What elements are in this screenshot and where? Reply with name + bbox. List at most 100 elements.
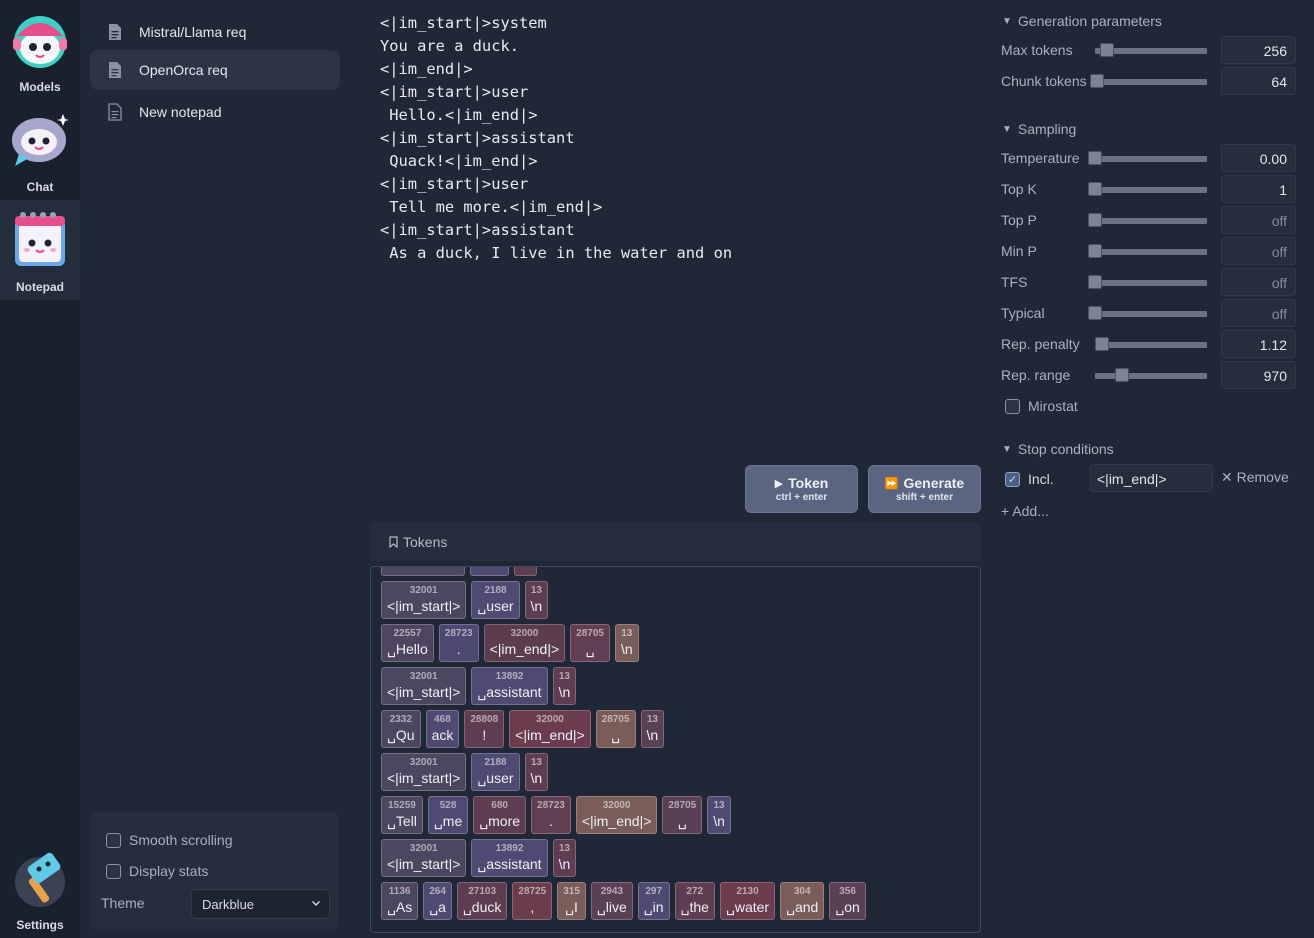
token-chip[interactable] [514,567,537,576]
nav-notepad[interactable]: Notepad [0,200,80,300]
stop-condition-input[interactable]: <|im_end|> [1090,464,1213,492]
token-button[interactable]: ▶ Token ctrl + enter [745,465,858,513]
token-chip[interactable]: 315 ␣I [557,882,586,920]
token-chip[interactable]: 32001 <|im_start|> [381,581,467,619]
param-slider-track[interactable] [1095,187,1207,193]
token-chip[interactable]: 28723. [438,624,479,662]
notepad-editor[interactable]: <|im_start|>system You are a duck. <|im_… [380,12,980,452]
token-chip[interactable]: 304 ␣and [780,882,825,920]
token-chip[interactable]: 22557 ␣Hello [381,624,434,662]
param-slider-track[interactable] [1095,373,1207,379]
param-slider-track[interactable] [1095,156,1207,162]
token-chip[interactable]: 2130 ␣water [719,882,776,920]
mirostat-toggle[interactable]: Mirostat [1005,398,1078,414]
token-chip[interactable]: 680 ␣more [473,796,527,834]
token-chip[interactable]: 13 \n [552,839,577,877]
remove-stop-button[interactable]: ✕ Remove [1221,469,1289,486]
param-slider-track[interactable] [1095,311,1207,317]
param-slider-thumb[interactable] [1114,368,1129,382]
param-value-input[interactable]: 256 [1221,36,1296,64]
token-chip[interactable]: 13 \n [707,796,731,834]
token-chip[interactable]: 13 \n [552,667,577,705]
token-chip[interactable]: 32000 <|im_end|> [483,624,566,662]
param-slider-track[interactable] [1095,280,1207,286]
token-chip[interactable]: 1136 ␣As [381,882,419,920]
param-slider-track[interactable] [1095,79,1207,85]
token-chip[interactable]: 468 ack [425,710,460,748]
param-slider-thumb[interactable] [1088,275,1102,289]
token-chip[interactable]: 28705 ␣ [662,796,703,834]
param-slider-track[interactable] [1095,342,1207,348]
param-slider-thumb[interactable] [1088,151,1102,165]
param-value-input[interactable]: 1 [1221,175,1296,203]
token-chip[interactable]: 13 \n [614,624,639,662]
mirostat-checkbox[interactable] [1005,398,1020,414]
param-value-input[interactable]: 970 [1221,361,1296,389]
token-chip[interactable]: 2943 ␣live [590,882,633,920]
generate-button[interactable]: ⏩ Generate shift + enter [868,465,981,513]
token-chip[interactable]: 32001 <|im_start|> [381,667,467,705]
param-slider-thumb[interactable] [1094,337,1109,351]
token-chip[interactable]: 2332 ␣Qu [381,710,421,748]
token-chip[interactable]: 32000 <|im_end|> [509,710,591,748]
token-chip[interactable]: 28723. [531,796,571,834]
param-slider-thumb[interactable] [1100,43,1115,57]
token-chip[interactable] [381,567,465,576]
token-chip[interactable]: 297 ␣in [637,882,670,920]
token-chip[interactable]: 13 \n [524,753,549,791]
token-chip[interactable] [470,567,509,576]
param-value-input[interactable]: off [1221,299,1296,327]
notepad-item-new[interactable]: New notepad [90,92,340,132]
display-stats-checkbox[interactable] [106,863,121,879]
theme-select[interactable]: Darkblue [191,889,330,919]
smooth-scrolling-checkbox[interactable] [106,832,121,848]
stop-conditions-header[interactable]: ▼ Stop conditions [1002,441,1114,457]
token-chip[interactable]: 272 ␣the [674,882,715,920]
add-stop-button[interactable]: + Add... [1001,503,1049,519]
param-value-input[interactable]: off [1221,268,1296,296]
param-slider-thumb[interactable] [1090,74,1105,88]
tokens-panel[interactable]: 32001 <|im_start|> 2188 ␣user 13 \n 22557 ␣Hell… [370,566,981,933]
param-value-input[interactable]: 64 [1221,67,1296,95]
sampling-header[interactable]: ▼ Sampling [1002,121,1076,137]
stop-incl-toggle[interactable]: ✓ Incl. [1005,471,1054,487]
token-chip[interactable]: 2188 ␣user [471,753,520,791]
nav-models[interactable]: Models [0,0,80,100]
param-slider-thumb[interactable] [1088,306,1102,320]
token-chip[interactable]: 15259 ␣Tell [381,796,423,834]
nav-settings[interactable]: Settings [0,838,80,938]
generation-parameters-header[interactable]: ▼ Generation parameters [1002,13,1162,29]
notepad-item[interactable]: Mistral/Llama req [90,12,340,52]
tokens-panel-header[interactable]: Tokens [370,522,981,561]
param-value-input[interactable]: 0.00 [1221,144,1296,172]
notepad-item[interactable]: OpenOrca req [90,50,340,90]
param-value-input[interactable]: off [1221,206,1296,234]
token-chip[interactable]: 13892 ␣assistant [471,667,548,705]
nav-chat[interactable]: Chat [0,100,80,200]
param-slider-thumb[interactable] [1088,182,1102,196]
param-slider-thumb[interactable] [1088,244,1102,258]
token-chip[interactable]: 28705 ␣ [595,710,636,748]
token-chip[interactable]: 32001 <|im_start|> [381,753,467,791]
param-slider-track[interactable] [1095,218,1207,224]
token-chip[interactable]: 32000 <|im_end|> [575,796,658,834]
param-slider-thumb[interactable] [1088,213,1102,227]
token-chip[interactable]: 28808! [464,710,505,748]
token-chip[interactable]: 28725, [512,882,553,920]
param-value-input[interactable]: 1.12 [1221,330,1296,358]
smooth-scrolling-toggle[interactable]: Smooth scrolling [106,832,233,848]
token-chip[interactable]: 528 ␣me [427,796,469,834]
token-chip[interactable]: 28705 ␣ [570,624,610,662]
token-chip[interactable]: 13 \n [640,710,665,748]
token-chip[interactable]: 356 ␣on [829,882,866,920]
stop-incl-checkbox[interactable]: ✓ [1005,471,1020,487]
display-stats-toggle[interactable]: Display stats [106,863,208,879]
token-chip[interactable]: 264 ␣a [423,882,452,920]
token-chip[interactable]: 2188 ␣user [471,581,520,619]
token-chip[interactable]: 27103 ␣duck [456,882,508,920]
param-value-input[interactable]: off [1221,237,1296,265]
token-chip[interactable]: 13892 ␣assistant [471,839,548,877]
token-chip[interactable]: 13 \n [524,581,549,619]
param-slider-track[interactable] [1095,249,1207,255]
token-chip[interactable]: 32001 <|im_start|> [381,839,467,877]
